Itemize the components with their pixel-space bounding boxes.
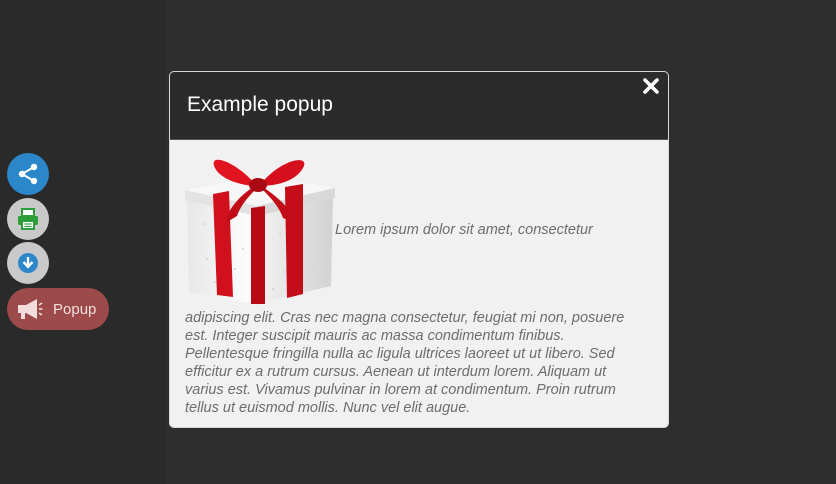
popup-title: Example popup (187, 93, 333, 116)
popup-dialog: Example popup Lorem ipsum dolor sit amet… (169, 71, 669, 428)
popup-button[interactable]: Popup (7, 288, 109, 330)
share-icon (18, 163, 38, 185)
page-background: Popup Example popup Lorem ipsum dolor si… (0, 0, 836, 484)
gift-box-image (185, 159, 335, 304)
print-button[interactable] (7, 198, 49, 240)
popup-text-body: adipiscing elit. Cras nec magna consecte… (185, 310, 625, 416)
popup-button-label: Popup (53, 300, 97, 318)
download-icon (18, 253, 38, 273)
download-button[interactable] (7, 242, 49, 284)
print-icon (18, 208, 38, 230)
megaphone-icon (9, 288, 49, 330)
popup-body: Lorem ipsum dolor sit amet, consectetur … (170, 140, 668, 417)
popup-text-first-line: Lorem ipsum dolor sit amet, consectetur (335, 222, 593, 238)
close-icon (643, 78, 659, 94)
close-button[interactable] (641, 76, 661, 96)
share-button[interactable] (7, 153, 49, 195)
popup-header: Example popup (170, 72, 668, 140)
